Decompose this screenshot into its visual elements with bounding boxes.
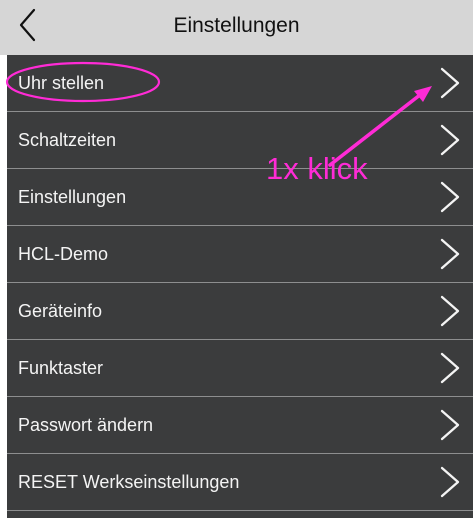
settings-menu: Uhr stellen Schaltzeiten Einstellungen H… — [7, 55, 473, 518]
menu-item-hcl-demo[interactable]: HCL-Demo — [7, 226, 473, 283]
settings-screen: Einstellungen Uhr stellen Schaltzeiten E… — [0, 0, 473, 518]
menu-item-uhr-stellen[interactable]: Uhr stellen — [7, 55, 473, 112]
menu-item-einstellungen[interactable]: Einstellungen — [7, 169, 473, 226]
chevron-right-icon — [440, 238, 460, 270]
menu-item-label: Uhr stellen — [18, 73, 105, 93]
page-title: Einstellungen — [173, 14, 300, 37]
chevron-right-icon — [440, 124, 460, 156]
menu-item-funktaster[interactable]: Funktaster — [7, 340, 473, 397]
chevron-right-icon — [440, 67, 460, 99]
menu-item-passwort-aendern[interactable]: Passwort ändern — [7, 397, 473, 454]
chevron-right-icon — [440, 295, 460, 327]
navigation-bar: Einstellungen — [0, 0, 473, 55]
menu-item-schaltzeiten[interactable]: Schaltzeiten — [7, 112, 473, 169]
menu-item-label: HCL-Demo — [18, 244, 109, 264]
annotation-label: 1x klick — [266, 151, 368, 186]
menu-item-geraeteinfo[interactable]: Geräteinfo — [7, 283, 473, 340]
menu-item-label: Einstellungen — [18, 187, 127, 207]
chevron-right-icon — [440, 352, 460, 384]
menu-item-label: Geräteinfo — [18, 301, 103, 321]
menu-item-reset-werkseinstellungen[interactable]: RESET Werkseinstellungen — [7, 454, 473, 511]
menu-item-label: Funktaster — [18, 358, 104, 378]
chevron-right-icon — [440, 466, 460, 498]
chevron-right-icon — [440, 409, 460, 441]
menu-item-label: RESET Werkseinstellungen — [18, 472, 240, 492]
menu-item-label: Passwort ändern — [18, 415, 154, 435]
menu-item-label: Schaltzeiten — [18, 130, 117, 150]
chevron-right-icon — [440, 181, 460, 213]
